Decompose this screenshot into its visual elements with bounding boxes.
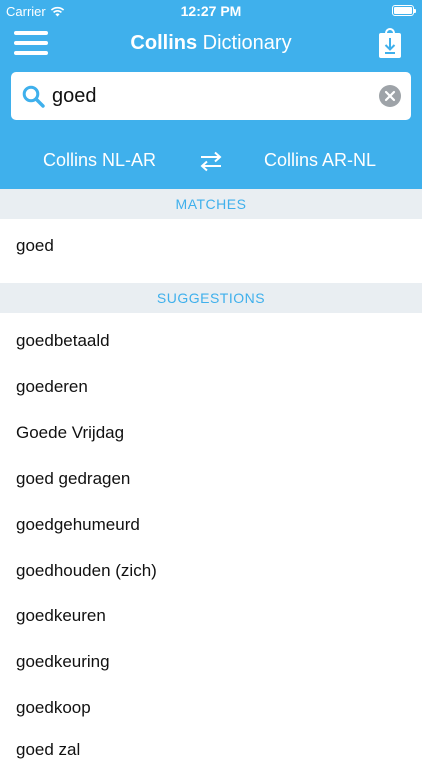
clear-icon[interactable] [379,85,401,107]
suggestion-item[interactable]: goedkeuren [16,606,106,626]
search-input[interactable] [52,80,372,112]
match-item[interactable]: goed [16,236,54,256]
suggestion-item[interactable]: Goede Vrijdag [16,423,124,443]
suggestion-item[interactable]: goedkeuring [16,652,110,672]
tab-dictionary-nl-ar[interactable]: Collins NL-AR [43,150,156,171]
swap-arrows-icon[interactable] [199,150,223,172]
suggestion-item[interactable]: goedkoop [16,698,91,718]
header: Carrier 12:27 PM Collins Dictionary goed… [0,0,422,189]
suggestion-item[interactable]: goedbetaald [16,331,110,351]
download-bag-icon[interactable] [378,25,402,59]
app-title-rest: Dictionary [197,32,292,54]
battery-icon [392,5,416,16]
matches-section-header: MATCHES [0,189,422,219]
clock: 12:27 PM [180,3,242,19]
suggestion-item[interactable]: goed zal [16,740,80,760]
suggestion-item[interactable]: goedhouden (zich) [16,561,157,581]
suggestion-item[interactable]: goedgehumeurd [16,515,140,535]
status-bar: Carrier 12:27 PM [0,0,422,22]
suggestion-item[interactable]: goederen [16,377,88,397]
app-title: Collins Dictionary [0,32,422,55]
tab-dictionary-ar-nl[interactable]: Collins AR-NL [264,150,376,171]
search-icon [22,85,45,108]
suggestions-section-header: SUGGESTIONS [0,283,422,313]
app-title-brand: Collins [130,32,198,54]
suggestion-item[interactable]: goed gedragen [16,469,130,489]
nav-bar: Collins Dictionary [0,22,422,66]
search-box [11,72,411,120]
